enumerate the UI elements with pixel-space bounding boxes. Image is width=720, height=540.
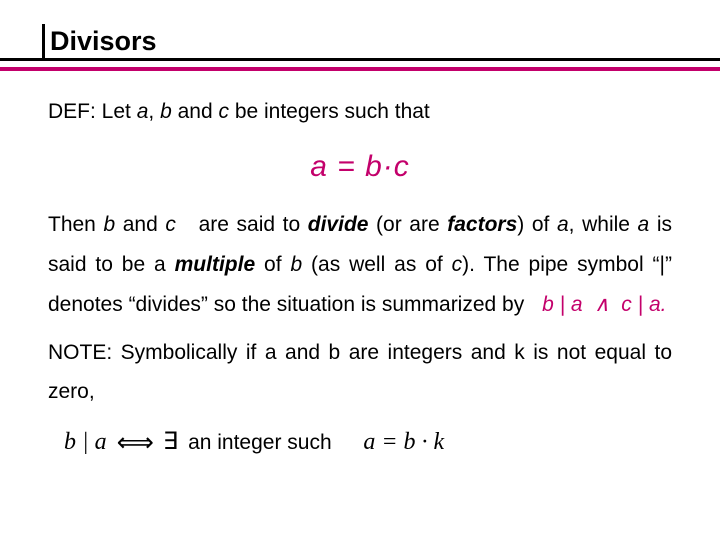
p-multiple: multiple [175,253,256,276]
expr-a2: a [649,293,661,316]
sym-mid: an integer such [188,423,332,463]
comma1: , [148,100,160,123]
p-comma: , [569,213,575,236]
note-text: NOTE: Symbolically if a and b are intege… [48,341,672,404]
var-a: a [137,100,149,123]
expr-c: c [621,293,632,316]
p-a1: a [557,213,569,236]
expr-wedge: ∧ [594,293,609,316]
expr-a1: a [571,293,583,316]
p-ofb: of [264,253,290,276]
p-b: b [103,213,115,236]
p-b2: b [290,253,302,276]
p-orare: (or are [376,213,447,236]
center-formula: a = b·c [48,138,672,195]
note-paragraph: NOTE: Symbolically if a and b are intege… [48,333,672,413]
p-of: ) of [517,213,557,236]
def-let: Let [102,100,137,123]
var-b: b [160,100,172,123]
p-then: Then [48,213,103,236]
p-factors: factors [447,213,517,236]
main-paragraph: Then b and c are said to divide (or are … [48,205,672,325]
sym-lhs: b | a [64,420,107,466]
title-rule-black [0,58,720,61]
p-a2: a [638,213,650,236]
sym-rhs: a = b · k [363,420,444,466]
slide-title: Divisors [42,26,157,56]
expr-pipe2: | [638,293,649,316]
p-aswell: (as well as of [311,253,452,276]
iff-icon: ⟺ [117,418,153,467]
expr-b: b [542,293,554,316]
p-and: and [123,213,166,236]
var-c: c [218,100,229,123]
title-rule-magenta [0,67,720,71]
formula-text: a = b·c [310,150,410,183]
p-paren-dot: ). [462,253,483,276]
slide-body: DEF: Let a, b and c be integers such tha… [48,92,672,468]
expr-pipe1: | [560,293,571,316]
symbolic-line: b | a ⟺ ∃ an integer such a = b · k [48,418,672,467]
definition-line: DEF: Let a, b and c be integers such tha… [48,92,672,132]
p-c: c [165,213,176,236]
expr-dot: . [661,293,667,316]
p-c2: c [452,253,463,276]
p-divide: divide [308,213,369,236]
def-prefix: DEF: [48,100,102,123]
title-block: Divisors [42,25,682,57]
def-tail: be integers such that [235,100,430,123]
p-while: while [582,213,637,236]
def-and: and [178,100,219,123]
inline-expression: b | a ∧ c | a. [530,293,666,316]
exists-icon: ∃ [163,420,178,466]
p-said1: are said to [191,213,308,236]
